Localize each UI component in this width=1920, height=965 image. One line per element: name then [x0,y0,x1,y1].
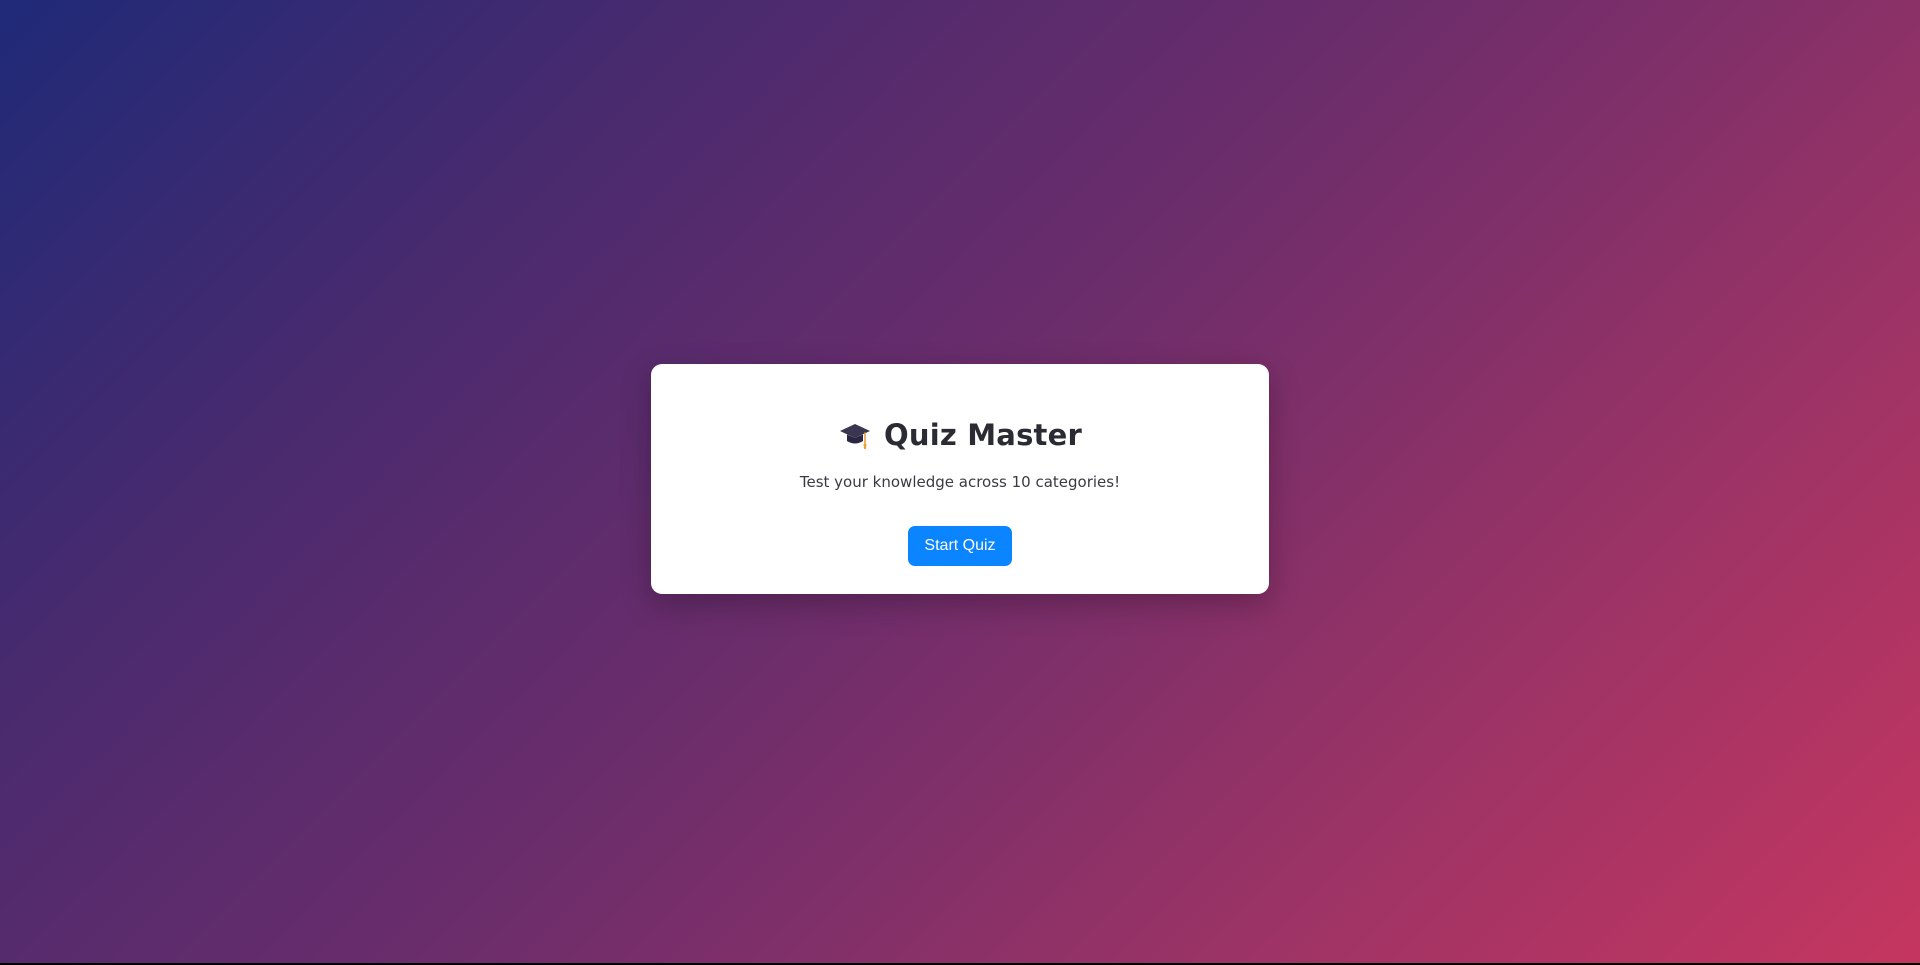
page-title: Quiz Master [884,418,1082,452]
start-quiz-button[interactable]: Start Quiz [908,526,1012,566]
page-background: Quiz Master Test your knowledge across 1… [0,0,1920,963]
subtitle-text: Test your knowledge across 10 categories… [799,473,1121,491]
quiz-start-card: Quiz Master Test your knowledge across 1… [651,364,1269,594]
title-row: Quiz Master [651,414,1269,456]
graduation-cap-icon [840,424,871,449]
